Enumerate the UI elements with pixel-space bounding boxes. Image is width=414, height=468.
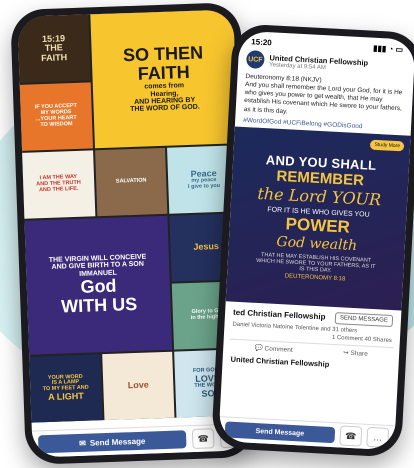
more-icon: … xyxy=(373,432,383,443)
right-send-message-button[interactable]: Send Message xyxy=(224,421,336,444)
study-more-badge: Study More xyxy=(370,139,405,152)
banner-line-8: DEUTERONOMY 8:18 xyxy=(284,273,346,283)
tile-text: Jesus xyxy=(193,241,220,253)
grid-tile[interactable]: THE VIRGIN WILL CONCEIVE AND GIVE BIRTH T… xyxy=(24,215,173,355)
tile-text: FAITH xyxy=(137,62,191,85)
verse-text: And you shall remember the Lord your God… xyxy=(243,81,403,115)
tile-text: AND THE LIFE. xyxy=(38,185,79,194)
page-avatar[interactable]: UCF xyxy=(245,50,265,69)
send-message-small-button[interactable]: SEND MESSAGE xyxy=(334,311,394,327)
post-image[interactable]: Study More AND YOU SHALL REMEMBER the Lo… xyxy=(225,126,411,311)
grid-tile[interactable]: 15:19 THE FAITH xyxy=(17,14,91,83)
send-message-button[interactable]: ✉ Send Message xyxy=(37,430,187,454)
tile-text: WITH US xyxy=(60,293,138,317)
tile-text: FAITH xyxy=(40,51,68,63)
status-icons: ▮▮▮ ◔ ▭ xyxy=(372,43,404,55)
comment-button[interactable]: 💬 Comment xyxy=(254,344,292,354)
right-more-button[interactable]: … xyxy=(366,426,390,449)
tile-text: THE WORD OF GOD. xyxy=(130,103,200,114)
tile-text: SALVATION xyxy=(115,177,147,185)
status-time: 15:20 xyxy=(251,37,272,48)
right-call-button[interactable]: ☎ xyxy=(339,425,363,447)
right-send-bar: Send Message ☎ … xyxy=(218,416,396,451)
banner-line-6: God wealth xyxy=(276,234,358,255)
grid-tile[interactable]: YOUR WORD IS A LAMP TO MY FEET AND A LIGHT xyxy=(29,354,103,423)
tile-text: Love xyxy=(127,379,149,391)
comment-label: Comment xyxy=(264,345,293,354)
right-phone-screen: 15:20 ▮▮▮ ◔ ▭ UCF United Christian Fello… xyxy=(218,30,414,451)
phone-icon: ☎ xyxy=(197,432,209,444)
photo-grid: 15:19 THE FAITH SO THEN FAITH comes from Heari… xyxy=(17,9,248,423)
share-button[interactable]: ↪ Share xyxy=(343,348,368,357)
phone-icon: ☎ xyxy=(344,430,357,441)
tile-text: A LIGHT xyxy=(47,390,84,402)
tile-text: I give to you xyxy=(187,182,221,190)
share-icon: ↪ xyxy=(343,349,349,357)
grid-tile[interactable]: IF YOU ACCEPT MY WORDS ...YOUR HEART TO WIS… xyxy=(19,82,93,151)
banner-line-7: THAT HE MAY ESTABLISH HIS COVENANT WHICH… xyxy=(255,252,376,274)
grid-tile[interactable]: I AM THE WAY AND THE TRUTH AND THE LIFE. xyxy=(22,150,96,219)
right-send-message-label: Send Message xyxy=(255,427,305,438)
call-button[interactable]: ☎ xyxy=(191,428,215,450)
send-message-label: Send Message xyxy=(89,436,146,448)
comment-icon: 💬 xyxy=(254,344,263,352)
right-phone: 15:20 ▮▮▮ ◔ ▭ UCF United Christian Fello… xyxy=(211,23,414,458)
page-row-name[interactable]: ted Christian Fellowship xyxy=(233,308,326,322)
messenger-icon: ✉ xyxy=(78,438,86,448)
tile-text: TO WISDOM xyxy=(40,120,73,128)
grid-tile[interactable]: SO THEN FAITH comes from Hearing, AND HEARIN… xyxy=(89,9,238,149)
share-label: Share xyxy=(350,349,368,358)
grid-tile[interactable]: SALVATION xyxy=(94,147,168,217)
grid-tile[interactable]: Love xyxy=(101,351,175,421)
